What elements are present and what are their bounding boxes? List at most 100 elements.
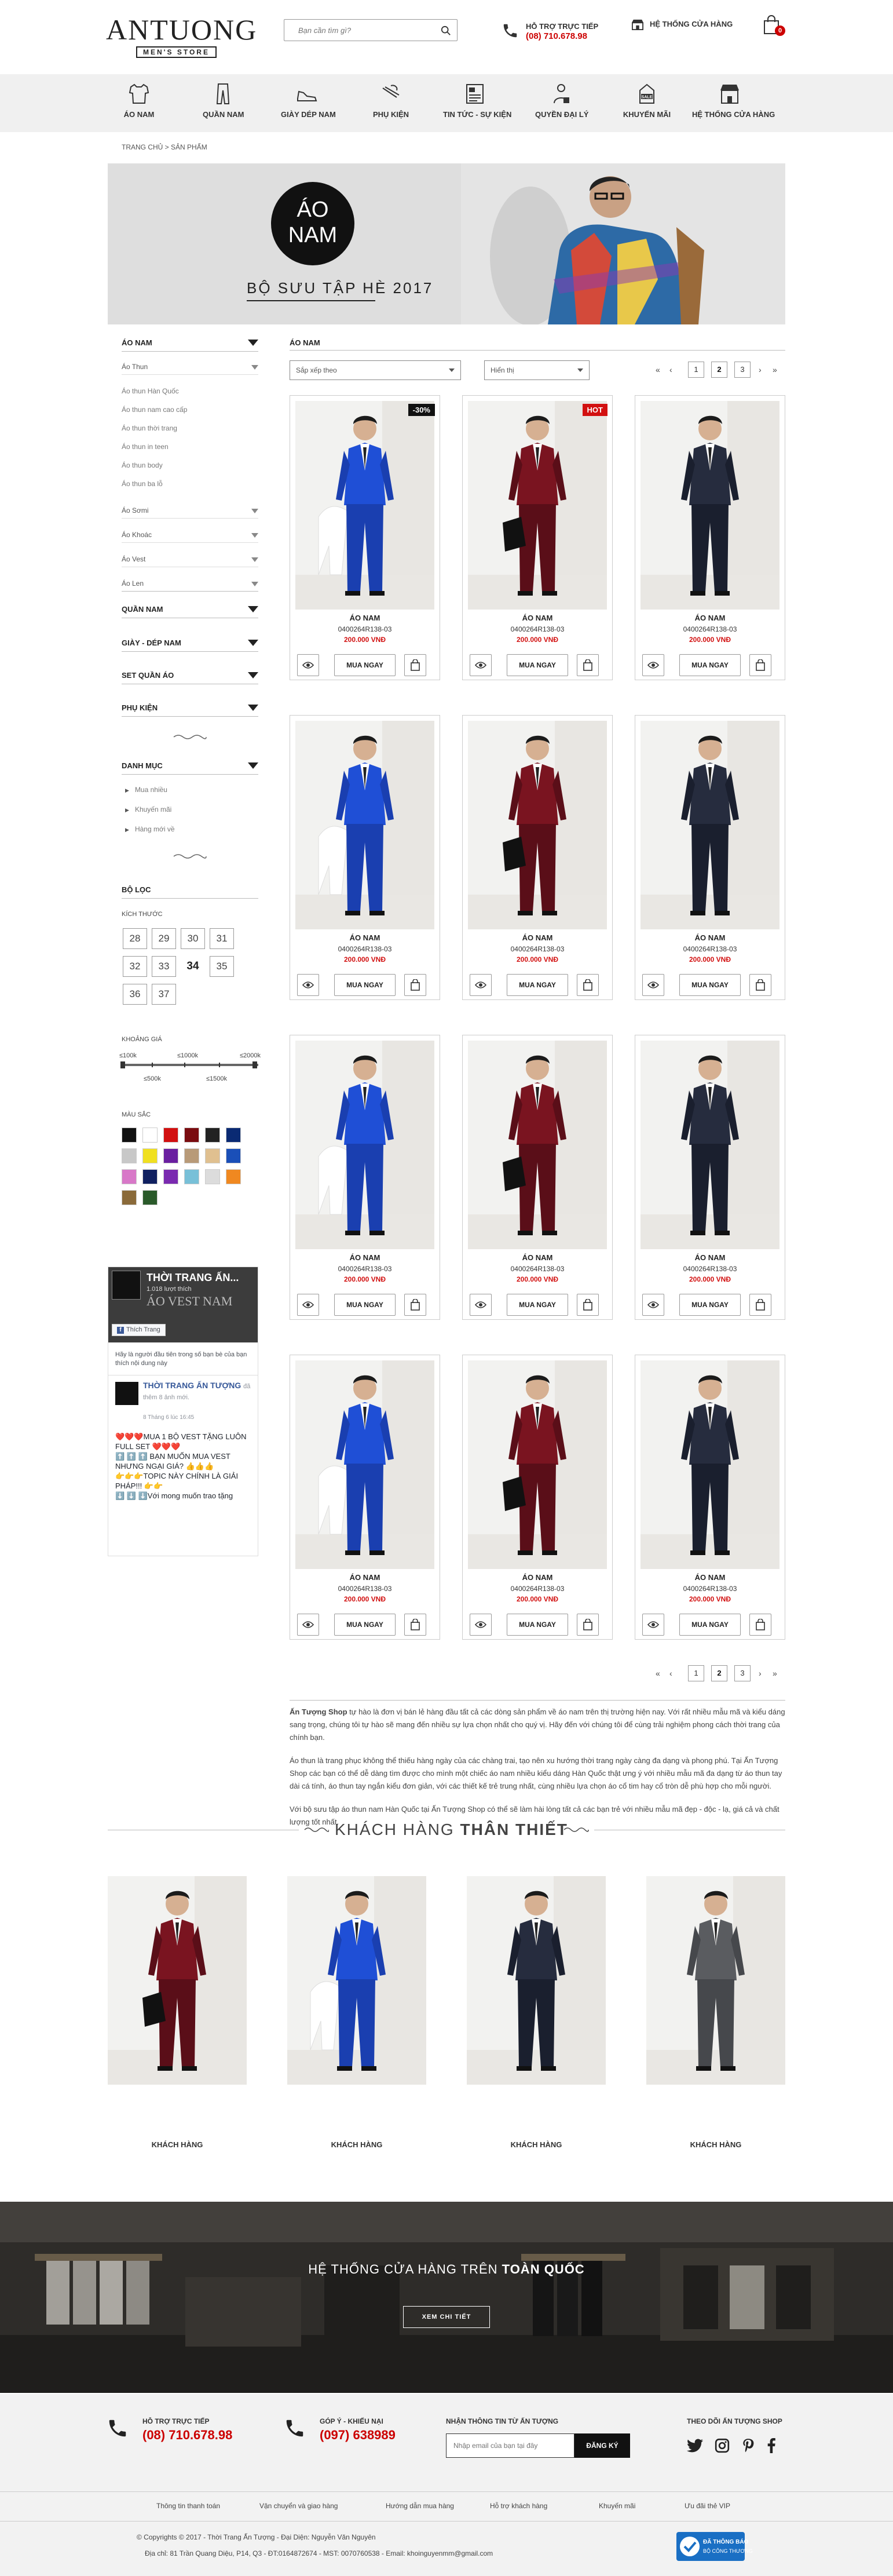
nav-quyen-dai-ly[interactable]: QUYỀN ĐẠI LÝ: [535, 82, 588, 129]
footer-link[interactable]: Khuyến mãi: [599, 2502, 635, 2510]
add-to-cart-button[interactable]: [404, 974, 426, 996]
add-to-cart-button[interactable]: [749, 974, 771, 996]
danh-muc-title[interactable]: DANH MỤC: [122, 761, 163, 770]
product-name[interactable]: ÁO NAM: [290, 614, 440, 622]
size-option[interactable]: 37: [152, 984, 176, 1005]
facebook-icon[interactable]: [767, 2438, 776, 2453]
breadcrumb[interactable]: TRANG CHỦ > SẢN PHẨM: [122, 143, 207, 151]
nav-giay-dep[interactable]: GIÀY DÉP NAM: [281, 82, 336, 129]
quick-view-button[interactable]: [642, 1294, 664, 1316]
product-card[interactable]: HOT ÁO NAM 0400264R138-03 200.000 VNĐ MUA NG…: [462, 395, 613, 680]
search-input[interactable]: [284, 20, 429, 41]
chevron-down-icon[interactable]: [248, 705, 258, 711]
product-card[interactable]: ÁO NAM 0400264R138-03 200.000 VNĐ MUA NGAY: [635, 1355, 785, 1640]
subscribe-button[interactable]: ĐĂNG KÝ: [574, 2433, 630, 2458]
buy-now-button[interactable]: MUA NGAY: [679, 974, 741, 996]
nav-khuyen-mai[interactable]: SALE KHUYẾN MÃI: [621, 82, 673, 129]
search-icon[interactable]: [441, 25, 451, 36]
product-card[interactable]: ÁO NAM 0400264R138-03 200.000 VNĐ MUA NGAY: [290, 1355, 440, 1640]
product-name[interactable]: ÁO NAM: [635, 933, 785, 942]
quick-view-button[interactable]: [470, 654, 492, 676]
color-swatch[interactable]: [184, 1148, 199, 1163]
sidebar-item-ao-vest[interactable]: Áo Vest: [122, 555, 145, 563]
quick-view-button[interactable]: [297, 654, 319, 676]
chevron-down-icon[interactable]: [248, 762, 258, 769]
quick-view-button[interactable]: [470, 1614, 492, 1636]
product-name[interactable]: ÁO NAM: [290, 1253, 440, 1262]
buy-now-button[interactable]: MUA NGAY: [679, 654, 741, 676]
pinterest-icon[interactable]: [741, 2438, 755, 2453]
sidebar-cat-phu-kien[interactable]: PHỤ KIỆN: [122, 703, 158, 712]
product-name[interactable]: ÁO NAM: [463, 933, 612, 942]
add-to-cart-button[interactable]: [577, 1294, 599, 1316]
sidebar-cat-quan-nam[interactable]: QUẦN NAM: [122, 605, 163, 614]
nav-ao-nam[interactable]: ÁO NAM: [119, 82, 159, 129]
chevron-down-icon[interactable]: [251, 533, 258, 538]
buy-now-button[interactable]: MUA NGAY: [679, 1614, 741, 1636]
buy-now-button[interactable]: MUA NGAY: [334, 654, 396, 676]
quick-view-button[interactable]: [642, 974, 664, 996]
color-swatch[interactable]: [142, 1128, 158, 1143]
fb-post-author[interactable]: THỜI TRANG ẤN TƯỢNG đã thêm 8 ảnh mới.: [143, 1381, 253, 1403]
buy-now-button[interactable]: MUA NGAY: [507, 654, 568, 676]
color-swatch[interactable]: [163, 1128, 178, 1143]
product-card[interactable]: ÁO NAM 0400264R138-03 200.000 VNĐ MUA NGAY: [290, 715, 440, 1000]
price-slider-handle-min[interactable]: [120, 1061, 125, 1068]
product-card[interactable]: -30% ÁO NAM 0400264R138-03 200.000 VNĐ MUA N…: [290, 395, 440, 680]
sort-select[interactable]: Sắp xếp theo: [290, 360, 461, 380]
danh-muc-item[interactable]: ▶ Khuyến mãi: [125, 805, 171, 813]
sidebar-subitem[interactable]: Áo thun Hàn Quốc: [122, 387, 179, 395]
pagination-page[interactable]: 1: [688, 362, 704, 378]
product-name[interactable]: ÁO NAM: [463, 614, 612, 622]
sidebar-subitem[interactable]: Áo thun body: [122, 461, 163, 469]
product-image[interactable]: [468, 1360, 607, 1569]
registered-badge[interactable]: ĐÃ THÔNG BÁO BỘ CÔNG THƯƠNG: [676, 2532, 753, 2561]
product-image[interactable]: [468, 1041, 607, 1249]
add-to-cart-button[interactable]: [404, 1294, 426, 1316]
sidebar-item-ao-len[interactable]: Áo Len: [122, 579, 144, 588]
product-image[interactable]: [641, 401, 779, 610]
add-to-cart-button[interactable]: [577, 654, 599, 676]
store-detail-button[interactable]: XEM CHI TIẾT: [403, 2306, 490, 2328]
store-system-link[interactable]: HỆ THỐNG CỬA HÀNG: [631, 19, 733, 30]
add-to-cart-button[interactable]: [404, 654, 426, 676]
add-to-cart-button[interactable]: [749, 1614, 771, 1636]
footer-link[interactable]: Hỗ trợ khách hàng: [490, 2502, 547, 2510]
product-card[interactable]: ÁO NAM 0400264R138-03 200.000 VNĐ MUA NGAY: [635, 715, 785, 1000]
pagination-page[interactable]: 3: [734, 362, 751, 378]
buy-now-button[interactable]: MUA NGAY: [679, 1294, 741, 1316]
add-to-cart-button[interactable]: [577, 1614, 599, 1636]
buy-now-button[interactable]: MUA NGAY: [507, 1294, 568, 1316]
quick-view-button[interactable]: [642, 1614, 664, 1636]
pagination-next[interactable]: ›: [759, 365, 762, 374]
product-image[interactable]: [641, 1360, 779, 1569]
product-card[interactable]: ÁO NAM 0400264R138-03 200.000 VNĐ MUA NGAY: [462, 1035, 613, 1320]
color-swatch[interactable]: [184, 1169, 199, 1184]
customer-photo[interactable]: [646, 1876, 785, 2085]
product-card[interactable]: ÁO NAM 0400264R138-03 200.000 VNĐ MUA NGAY: [462, 715, 613, 1000]
sidebar-item-ao-khoac[interactable]: Áo Khoác: [122, 531, 152, 539]
add-to-cart-button[interactable]: [749, 1294, 771, 1316]
add-to-cart-button[interactable]: [577, 974, 599, 996]
quick-view-button[interactable]: [470, 974, 492, 996]
price-slider-handle-max[interactable]: [252, 1061, 257, 1068]
pagination-last[interactable]: »: [773, 1669, 777, 1678]
color-swatch[interactable]: [226, 1169, 241, 1184]
show-select[interactable]: Hiển thị: [484, 360, 590, 380]
product-image[interactable]: [468, 721, 607, 929]
fb-like-button[interactable]: f Thích Trang: [112, 1324, 166, 1336]
add-to-cart-button[interactable]: [404, 1614, 426, 1636]
color-swatch[interactable]: [226, 1128, 241, 1143]
newsletter-email-input[interactable]: [446, 2433, 574, 2458]
footer-link[interactable]: Thông tin thanh toán: [156, 2502, 220, 2510]
nav-phu-kien[interactable]: PHỤ KIỆN: [371, 82, 411, 129]
product-image[interactable]: [468, 401, 607, 610]
pagination-first[interactable]: «: [656, 1669, 660, 1678]
size-option[interactable]: 32: [123, 956, 147, 977]
chevron-down-icon[interactable]: [248, 606, 258, 612]
product-card[interactable]: ÁO NAM 0400264R138-03 200.000 VNĐ MUA NGAY: [635, 395, 785, 680]
buy-now-button[interactable]: MUA NGAY: [507, 974, 568, 996]
sidebar-cat-set-quan-ao[interactable]: SET QUẦN ÁO: [122, 671, 174, 680]
color-swatch[interactable]: [142, 1148, 158, 1163]
pagination-first[interactable]: «: [656, 365, 660, 374]
